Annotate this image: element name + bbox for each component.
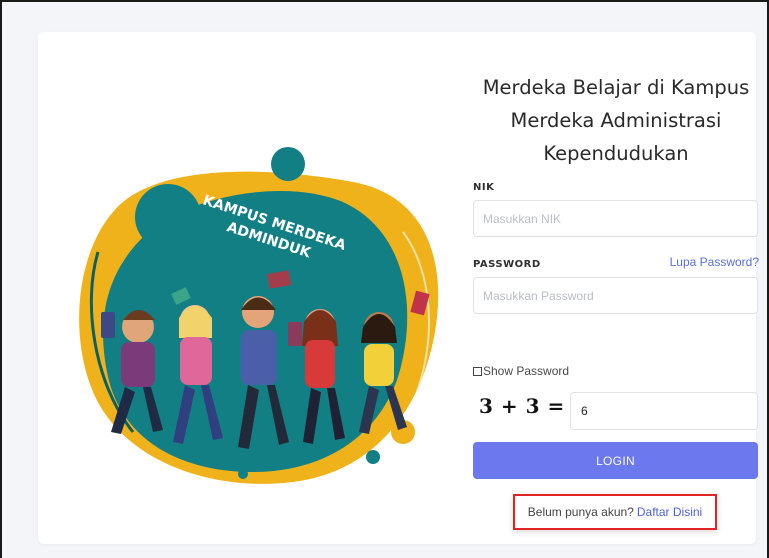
title-line: Merdeka Belajar di Kampus <box>482 76 750 99</box>
password-field[interactable] <box>473 277 758 314</box>
students-illustration: KAMPUS MERDEKA ADMINDUK <box>79 147 439 484</box>
show-password-checkbox[interactable] <box>473 366 482 376</box>
captcha-question: 3 + 3 = ? <box>479 394 585 418</box>
password-label: PASSWORD <box>473 259 541 270</box>
forgot-password-link[interactable]: Lupa Password? <box>670 255 759 269</box>
login-card: KAMPUS MERDEKA ADMINDUK Merdeka Belajar … <box>38 32 759 544</box>
nik-field[interactable] <box>473 200 758 237</box>
title-line: Kependudukan <box>543 142 689 165</box>
captcha-answer-field[interactable] <box>570 392 758 430</box>
register-prompt: Belum punya akun? Daftar Disini <box>513 494 717 530</box>
register-link[interactable]: Daftar Disini <box>637 505 702 519</box>
nik-label: NIK <box>473 182 495 193</box>
page-title: Merdeka Belajar di Kampus Merdeka Admini… <box>473 71 759 170</box>
show-password-toggle[interactable]: Show Password <box>473 364 569 378</box>
register-text: Belum punya akun? <box>527 505 634 519</box>
login-button[interactable]: LOGIN <box>473 442 758 479</box>
title-line: Merdeka Administrasi <box>510 109 722 132</box>
show-password-label: Show Password <box>483 364 570 378</box>
